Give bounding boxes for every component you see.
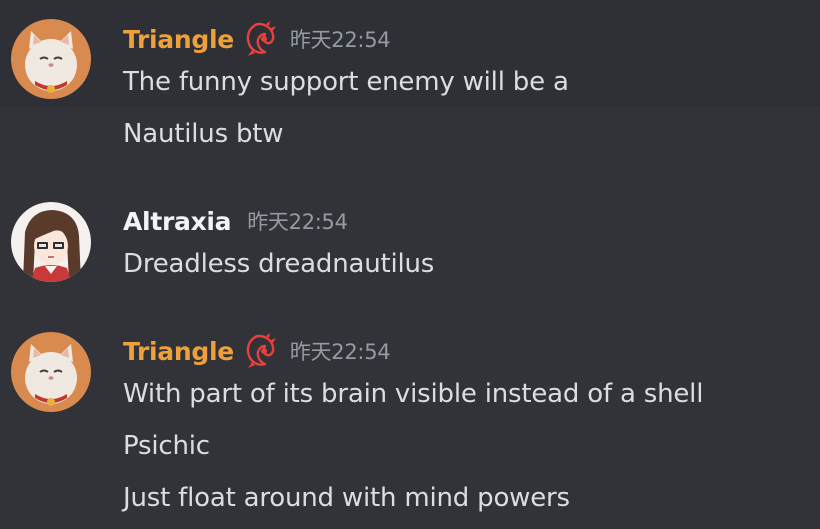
message-group: Triangle 昨天22:54 The funny support enemy… [0,0,820,106]
anime-girl-avatar-icon [11,202,91,282]
message-header: Altraxia 昨天22:54 [123,202,348,240]
role-icon[interactable] [244,20,278,58]
timestamp: 昨天22:54 [289,340,391,364]
cat-avatar-icon [11,19,91,99]
role-icon[interactable] [244,332,278,370]
avatar[interactable] [11,332,91,412]
message-text: The funny support enemy will be a [123,67,569,97]
message-header: Triangle 昨天22:54 [123,332,391,370]
message-text: Psichic [123,431,210,461]
message-text: Nautilus btw [123,119,284,149]
message-header: Triangle 昨天22:54 [123,20,391,58]
message-text: Just float around with mind powers [123,483,570,513]
avatar[interactable] [11,202,91,282]
username[interactable]: Triangle [123,337,234,366]
username[interactable]: Triangle [123,25,234,54]
avatar[interactable] [11,19,91,99]
timestamp: 昨天22:54 [289,28,391,52]
message-text: With part of its brain visible instead o… [123,379,704,409]
cat-avatar-icon [11,332,91,412]
timestamp: 昨天22:54 [247,210,348,234]
chat-messages: Triangle 昨天22:54 The funny support enemy… [0,0,820,529]
message-text: Dreadless dreadnautilus [123,249,435,279]
username[interactable]: Altraxia [123,207,232,236]
